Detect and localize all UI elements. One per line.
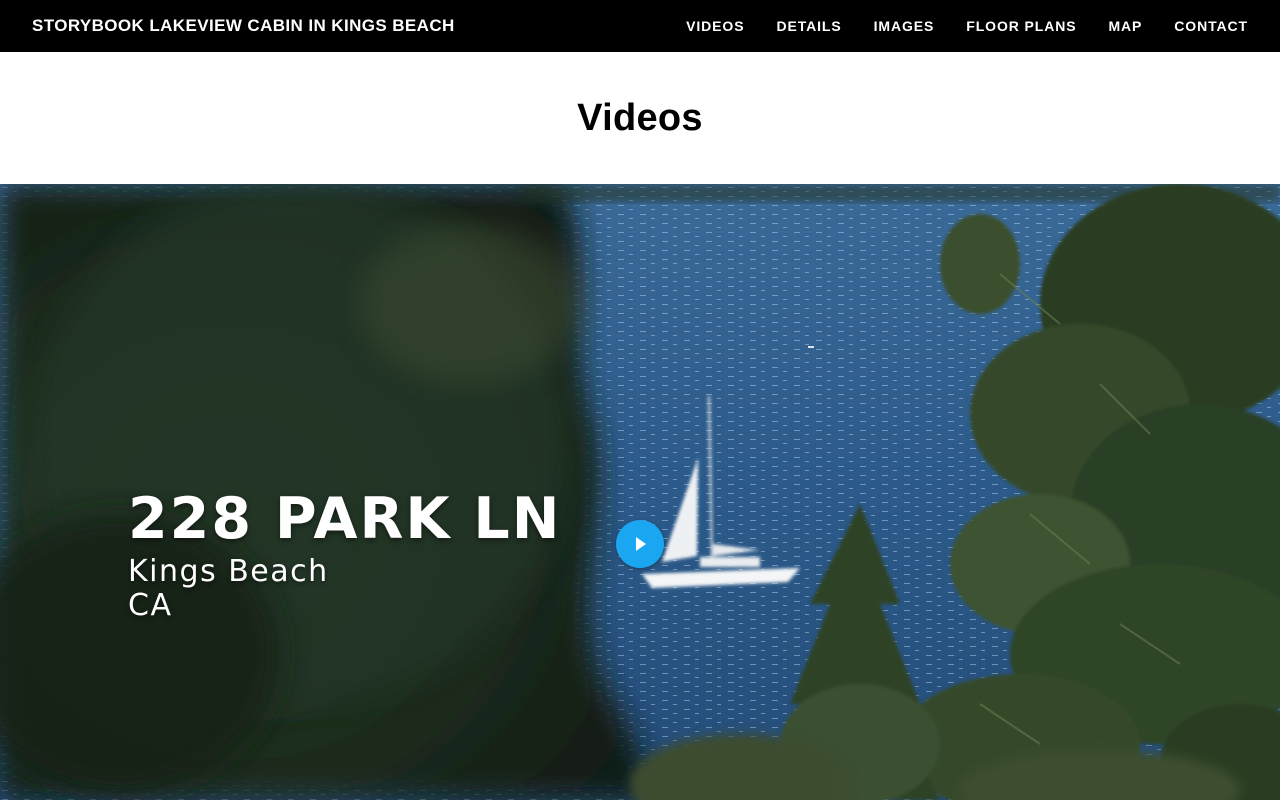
city-text: Kings Beach <box>128 554 329 589</box>
play-button[interactable] <box>616 520 664 568</box>
nav-item-videos[interactable]: VIDEOS <box>686 18 744 34</box>
nav-item-contact[interactable]: CONTACT <box>1174 18 1248 34</box>
nav-item-map[interactable]: MAP <box>1108 18 1142 34</box>
top-navigation-bar: STORYBOOK LAKEVIEW CABIN IN KINGS BEACH … <box>0 0 1280 52</box>
site-title[interactable]: STORYBOOK LAKEVIEW CABIN IN KINGS BEACH <box>32 16 455 36</box>
videos-heading-section: Videos <box>0 52 1280 184</box>
page-title: Videos <box>577 96 703 139</box>
video-player[interactable]: 228 PARK LN Kings Beach CA <box>0 184 1280 800</box>
main-nav: VIDEOS DETAILS IMAGES FLOOR PLANS MAP CO… <box>654 18 1248 34</box>
play-icon <box>636 537 646 551</box>
state-text: CA <box>128 588 173 623</box>
video-title-overlay: 228 PARK LN Kings Beach CA <box>128 487 561 623</box>
nav-item-details[interactable]: DETAILS <box>776 18 841 34</box>
nav-item-floor-plans[interactable]: FLOOR PLANS <box>966 18 1076 34</box>
address-text: 228 PARK LN <box>128 486 562 552</box>
nav-item-images[interactable]: IMAGES <box>874 18 935 34</box>
